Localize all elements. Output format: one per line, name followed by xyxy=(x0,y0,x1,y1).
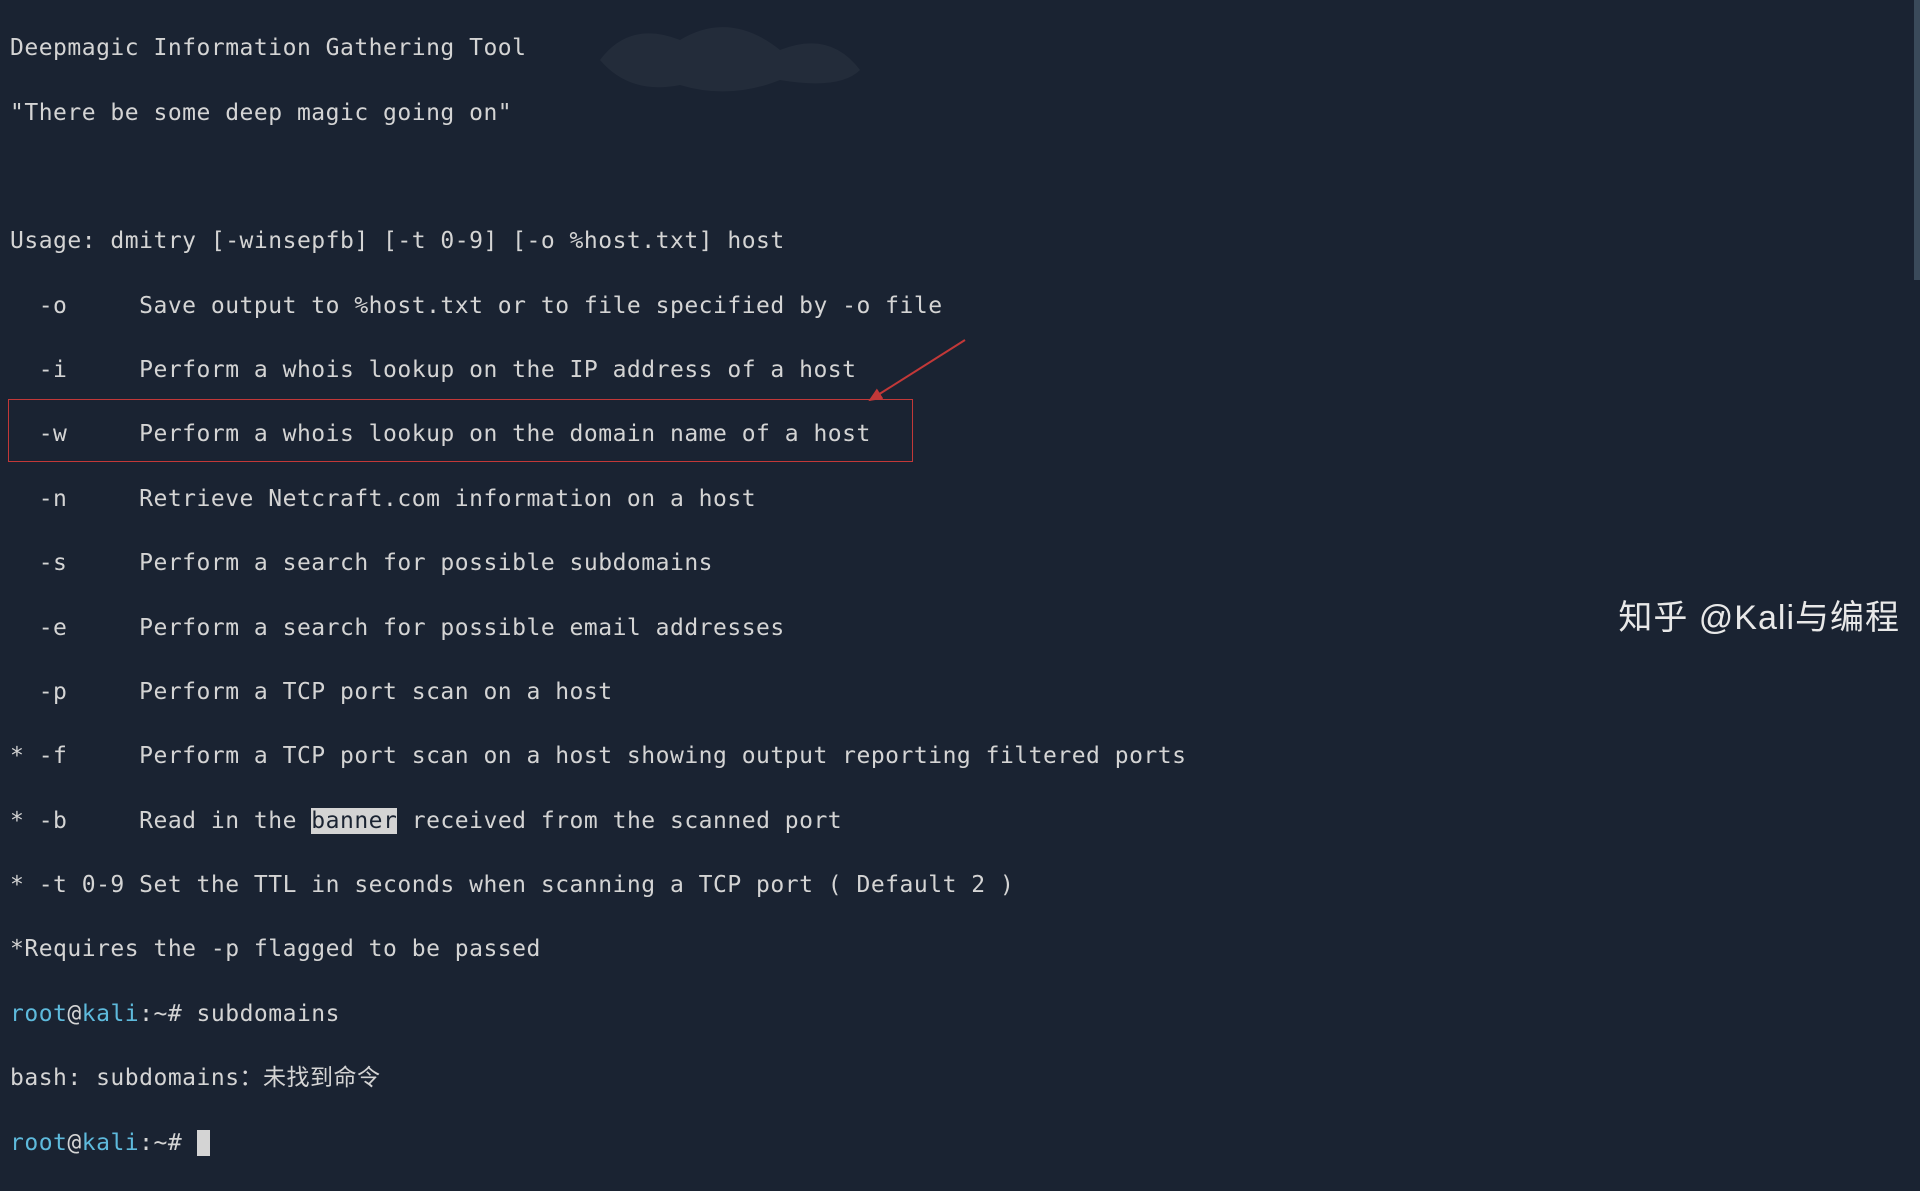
option-t: * -t 0-9 Set the TTL in seconds when sca… xyxy=(10,869,1910,901)
prompt-line-1: root@kali:~# subdomains xyxy=(10,998,1910,1030)
highlighted-banner-word: banner xyxy=(311,808,397,834)
option-n: -n Retrieve Netcraft.com information on … xyxy=(10,483,1910,515)
option-i: -i Perform a whois lookup on the IP addr… xyxy=(10,354,1910,386)
prompt-host: kali xyxy=(82,1001,139,1027)
option-p: -p Perform a TCP port scan on a host xyxy=(10,676,1910,708)
header-line-2: "There be some deep magic going on" xyxy=(10,97,1910,129)
option-f: * -f Perform a TCP port scan on a host s… xyxy=(10,740,1910,772)
watermark-text: 知乎 @Kali与编程 xyxy=(1618,595,1900,643)
command-text: subdomains xyxy=(182,1001,340,1027)
prompt-user: root xyxy=(10,1001,67,1027)
header-line-1: Deepmagic Information Gathering Tool xyxy=(10,32,1910,64)
error-line: bash: subdomains：未找到命令 xyxy=(10,1062,1910,1094)
option-s: -s Perform a search for possible subdoma… xyxy=(10,547,1910,579)
option-b: * -b Read in the banner received from th… xyxy=(10,805,1910,837)
requires-line: *Requires the -p flagged to be passed xyxy=(10,933,1910,965)
option-o: -o Save output to %host.txt or to file s… xyxy=(10,290,1910,322)
blank-line xyxy=(10,161,1910,193)
scrollbar[interactable] xyxy=(1914,0,1920,280)
option-w: -w Perform a whois lookup on the domain … xyxy=(10,418,1910,450)
prompt-line-2[interactable]: root@kali:~# xyxy=(10,1127,1910,1159)
usage-line: Usage: dmitry [-winsepfb] [-t 0-9] [-o %… xyxy=(10,225,1910,257)
terminal-cursor xyxy=(197,1130,210,1156)
